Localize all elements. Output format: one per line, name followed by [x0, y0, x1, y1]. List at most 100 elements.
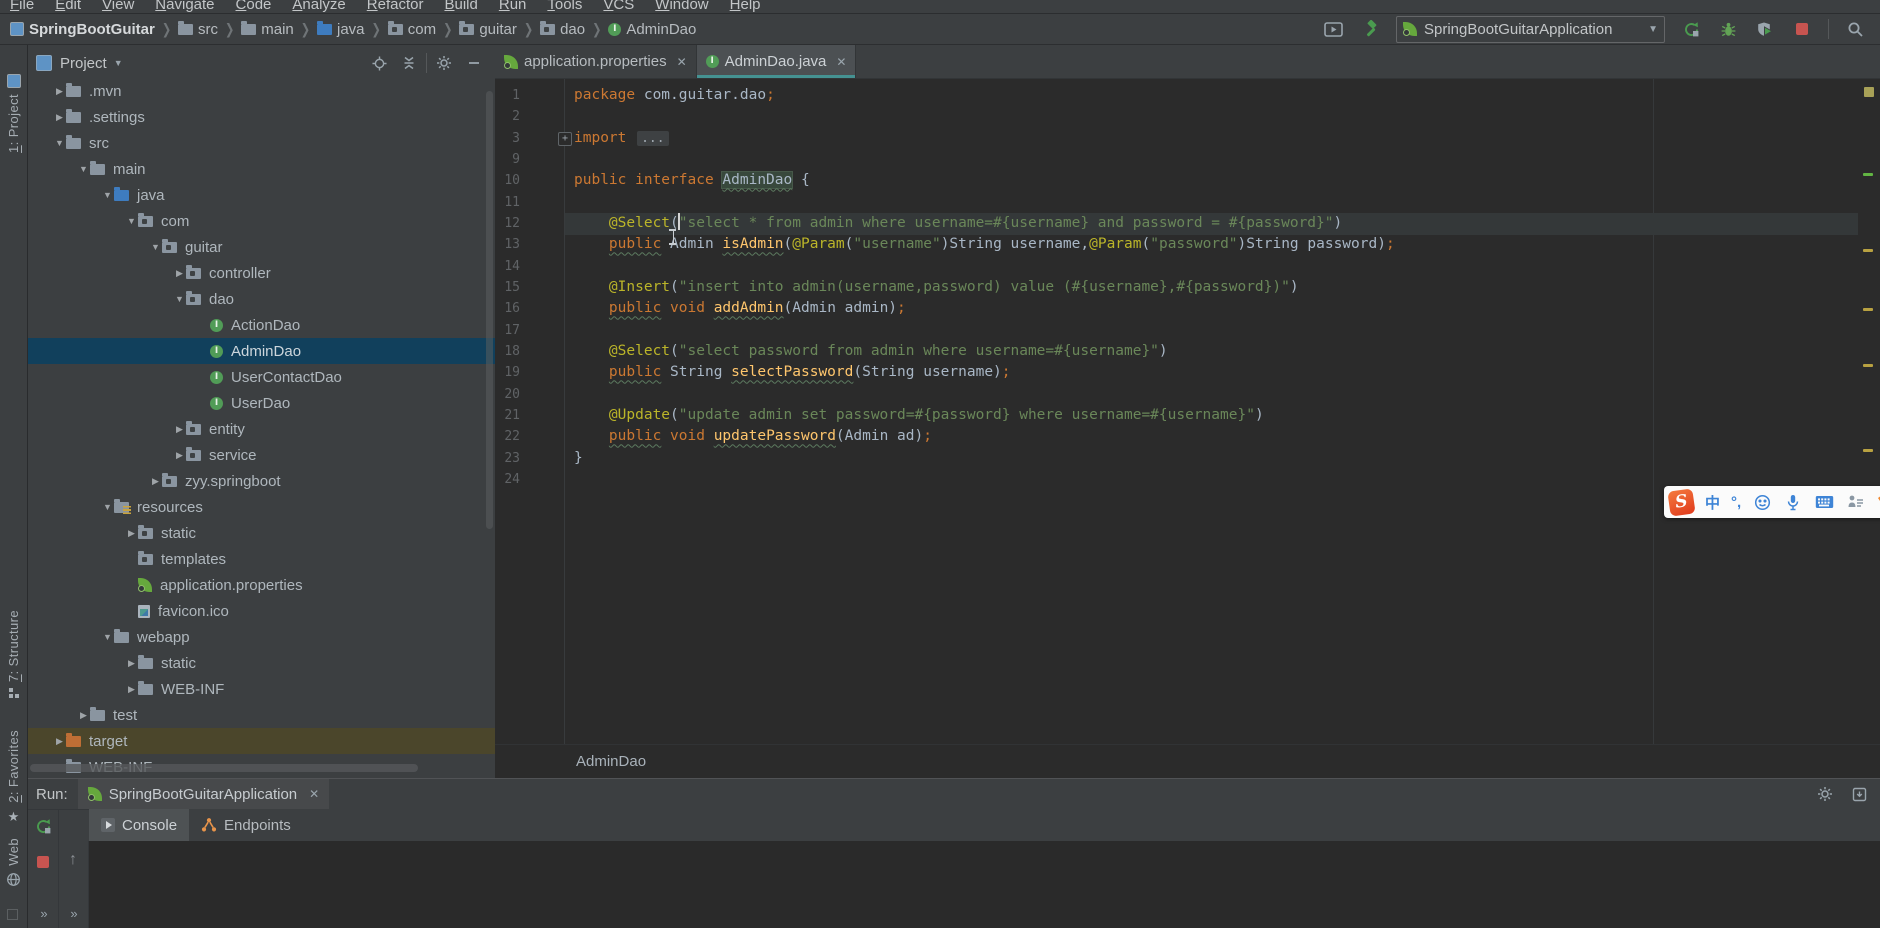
tree-horizontal-scrollbar[interactable] — [30, 764, 418, 772]
tree-item-usercontactdao[interactable]: IUserContactDao — [28, 364, 495, 390]
tree-item-java[interactable]: ▼java — [28, 182, 495, 208]
settings-button[interactable] — [1814, 783, 1836, 805]
rerun-button[interactable] — [32, 815, 54, 837]
ime-keyboard-button[interactable] — [1814, 491, 1834, 513]
tree-item-controller[interactable]: ▶controller — [28, 260, 495, 286]
tree-item-main[interactable]: ▼main — [28, 156, 495, 182]
close-icon[interactable]: ✕ — [677, 55, 687, 69]
locate-button[interactable] — [366, 52, 392, 74]
menu-code[interactable]: Code — [236, 0, 272, 13]
tree-expand-arrow-icon[interactable]: ▶ — [53, 736, 66, 747]
debug-button[interactable] — [1717, 18, 1739, 40]
tree-item-src[interactable]: ▼src — [28, 130, 495, 156]
tree-item-userdao[interactable]: IUserDao — [28, 390, 495, 416]
run-configuration-combo[interactable]: SpringBootGuitarApplication▼ — [1396, 16, 1665, 43]
close-icon[interactable]: ✕ — [836, 55, 846, 69]
stop-button[interactable] — [32, 851, 54, 873]
menu-help[interactable]: Help — [730, 0, 761, 13]
tree-expand-arrow-icon[interactable]: ▼ — [101, 502, 114, 512]
tree-expand-arrow-icon[interactable]: ▶ — [53, 112, 66, 123]
editor-breadcrumb-item[interactable]: AdminDao — [576, 753, 646, 770]
close-icon[interactable]: ✕ — [309, 787, 319, 801]
tree-expand-arrow-icon[interactable]: ▼ — [125, 216, 138, 226]
tree-item-dao[interactable]: ▼dao — [28, 286, 495, 312]
run-configuration-tab[interactable]: SpringBootGuitarApplication ✕ — [78, 779, 330, 809]
breadcrumb-item-dao[interactable]: dao — [538, 21, 587, 38]
tool-button-web[interactable]: Web — [0, 838, 27, 890]
menu-vcs[interactable]: VCS — [603, 0, 634, 13]
menu-build[interactable]: Build — [444, 0, 477, 13]
tree-vertical-scrollbar[interactable] — [486, 91, 493, 529]
menu-view[interactable]: View — [102, 0, 134, 13]
editor-area[interactable]: 1package com.guitar.dao;23+import ...910… — [495, 45, 1880, 778]
tree-item-static[interactable]: ▶static — [28, 520, 495, 546]
ime-handwriting-button[interactable] — [1845, 491, 1865, 513]
editor-tab-application-properties[interactable]: application.properties✕ — [495, 45, 697, 78]
tree-item-web-inf[interactable]: ▶WEB-INF — [28, 676, 495, 702]
chevron-down-icon[interactable]: ▼ — [114, 58, 123, 68]
menu-navigate[interactable]: Navigate — [155, 0, 214, 13]
tree-item-zyy-springboot[interactable]: ▶zyy.springboot — [28, 468, 495, 494]
tree-expand-arrow-icon[interactable]: ▼ — [101, 632, 114, 642]
editor-tab-admindao-java[interactable]: IAdminDao.java✕ — [697, 45, 857, 78]
menu-tools[interactable]: Tools — [547, 0, 582, 13]
menu-edit[interactable]: Edit — [55, 0, 81, 13]
stripe-corner-icon[interactable] — [7, 909, 18, 920]
menu-window[interactable]: Window — [655, 0, 708, 13]
tree-expand-arrow-icon[interactable]: ▶ — [125, 684, 138, 695]
tree-expand-arrow-icon[interactable]: ▼ — [53, 138, 66, 148]
build-button[interactable] — [1359, 18, 1381, 40]
show-run-window-button[interactable] — [1322, 18, 1344, 40]
tree-item-target[interactable]: ▶target — [28, 728, 495, 754]
breadcrumb-item-src[interactable]: src — [176, 21, 220, 38]
settings-button[interactable] — [431, 52, 457, 74]
menu-refactor[interactable]: Refactor — [367, 0, 424, 13]
tree-item-com[interactable]: ▼com — [28, 208, 495, 234]
collapse-all-button[interactable] — [396, 52, 422, 74]
tree-item-webapp[interactable]: ▼webapp — [28, 624, 495, 650]
tree-item-service[interactable]: ▶service — [28, 442, 495, 468]
tree-expand-arrow-icon[interactable]: ▼ — [149, 242, 162, 252]
tool-button-favorites[interactable]: 2: Favorites ★ — [0, 730, 27, 825]
tree-item-favicon-ico[interactable]: favicon.ico — [28, 598, 495, 624]
tree-item-static[interactable]: ▶static — [28, 650, 495, 676]
tree-expand-arrow-icon[interactable]: ▶ — [125, 658, 138, 669]
tree-expand-arrow-icon[interactable]: ▼ — [101, 190, 114, 200]
fold-marker-icon[interactable]: + — [558, 132, 572, 146]
tree-item-test[interactable]: ▶test — [28, 702, 495, 728]
tree-item--settings[interactable]: ▶.settings — [28, 104, 495, 130]
ime-emoji-button[interactable] — [1752, 491, 1772, 513]
search-button[interactable] — [1844, 18, 1866, 40]
hide-window-button[interactable] — [1848, 783, 1870, 805]
project-panel-title[interactable]: Project — [60, 55, 107, 72]
tree-expand-arrow-icon[interactable]: ▼ — [173, 294, 186, 304]
tree-expand-arrow-icon[interactable]: ▼ — [77, 164, 90, 174]
console-output[interactable] — [89, 841, 1880, 928]
up-arrow-icon[interactable]: ↑ — [69, 851, 77, 869]
ime-microphone-button[interactable] — [1783, 491, 1803, 513]
tree-expand-arrow-icon[interactable]: ▶ — [173, 424, 186, 435]
breadcrumb-item-com[interactable]: com — [386, 21, 438, 38]
breadcrumb-item-guitar[interactable]: guitar — [457, 21, 519, 38]
tree-expand-arrow-icon[interactable]: ▶ — [173, 450, 186, 461]
tree-expand-arrow-icon[interactable]: ▶ — [77, 710, 90, 721]
tree-expand-arrow-icon[interactable]: ▶ — [53, 86, 66, 97]
menu-run[interactable]: Run — [499, 0, 527, 13]
tree-item-entity[interactable]: ▶entity — [28, 416, 495, 442]
tree-item-application-properties[interactable]: application.properties — [28, 572, 495, 598]
run-button[interactable] — [1680, 18, 1702, 40]
breadcrumb-item-main[interactable]: main — [239, 21, 296, 38]
run-panel-tab-endpoints[interactable]: Endpoints — [189, 809, 303, 841]
coverage-button[interactable] — [1754, 18, 1776, 40]
more-chevron-icon[interactable]: » — [70, 906, 75, 921]
tree-item-guitar[interactable]: ▼guitar — [28, 234, 495, 260]
tree-item-resources[interactable]: ▼resources — [28, 494, 495, 520]
hide-button[interactable] — [461, 52, 487, 74]
punctuation-icon[interactable]: °, — [1731, 494, 1741, 511]
tree-item-templates[interactable]: templates — [28, 546, 495, 572]
menu-file[interactable]: File — [10, 0, 34, 13]
tree-expand-arrow-icon[interactable]: ▶ — [173, 268, 186, 279]
tool-button-structure[interactable]: 7: Structure — [0, 610, 27, 698]
more-actions-chevron-icon[interactable]: » — [40, 906, 45, 921]
tree-expand-arrow-icon[interactable]: ▶ — [149, 476, 162, 487]
